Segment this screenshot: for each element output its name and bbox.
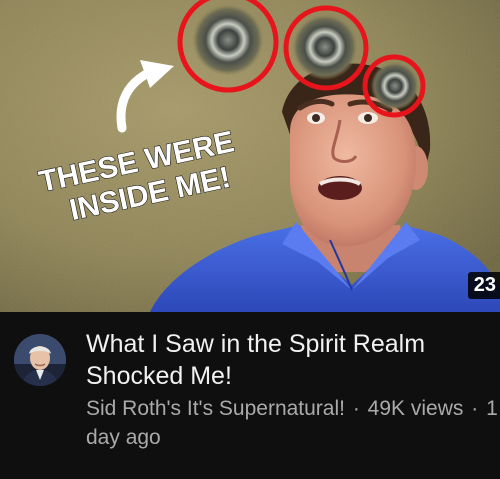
avatar-image	[14, 334, 66, 386]
video-title-line2: Shocked Me!	[86, 362, 232, 390]
video-details: What I Saw in the Spirit Realm Shocked M…	[0, 312, 500, 479]
duration-badge: 23	[467, 272, 500, 299]
video-title-line1: What I Saw in the Spirit Realm	[86, 330, 426, 358]
separator-dot: ·	[471, 397, 479, 420]
upload-age-number: 1	[486, 397, 498, 420]
view-count: 49K views	[367, 397, 464, 420]
video-title[interactable]: What I Saw in the Spirit Realm Shocked M…	[86, 328, 491, 392]
video-subtitle: Sid Roth's It's Supernatural! · 49K view…	[86, 394, 500, 452]
thumbnail-image: THESE WERE INSIDE ME!	[0, 0, 500, 312]
video-thumbnail[interactable]: THESE WERE INSIDE ME! 23	[0, 0, 500, 312]
upload-age-text: day ago	[86, 426, 161, 449]
video-card[interactable]: THESE WERE INSIDE ME! 23 What I Saw in t…	[0, 0, 500, 479]
separator-dot: ·	[352, 397, 360, 420]
channel-name[interactable]: Sid Roth's It's Supernatural!	[86, 397, 345, 420]
channel-avatar[interactable]	[14, 334, 66, 386]
